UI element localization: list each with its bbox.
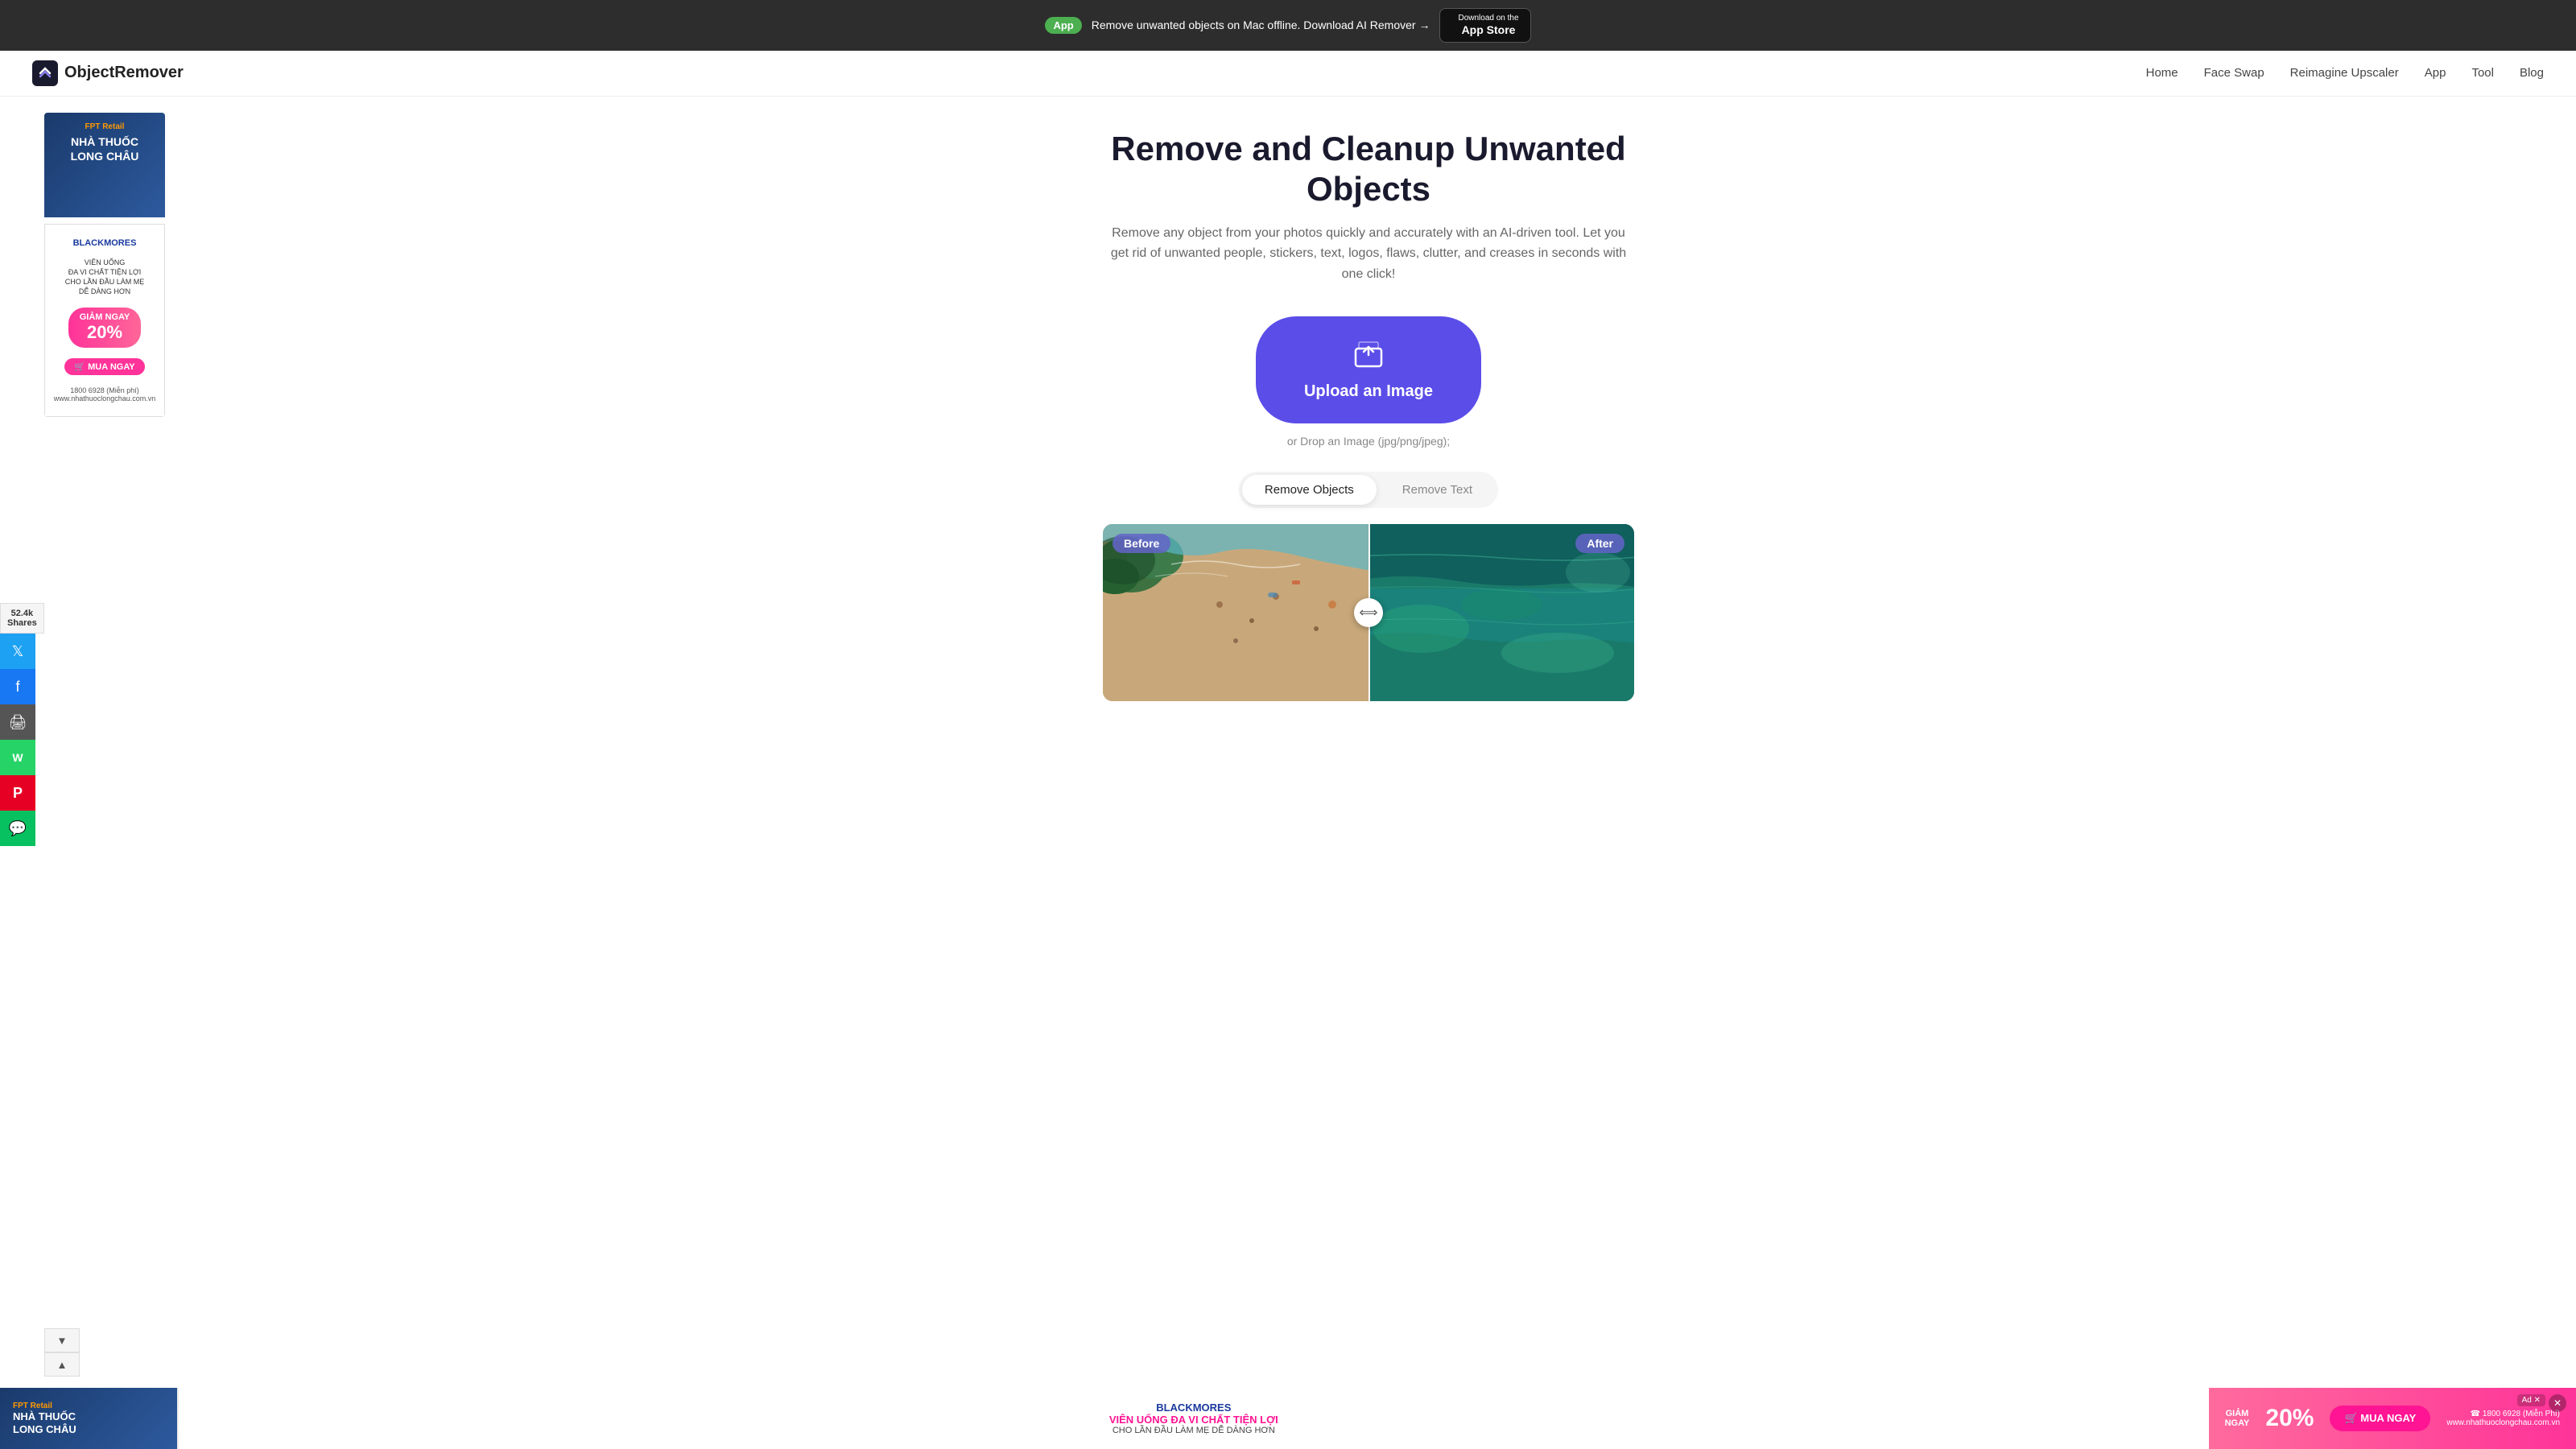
- nav-app[interactable]: App: [2425, 66, 2446, 80]
- banner-text: Remove unwanted objects on Mac offline. …: [1092, 19, 1430, 31]
- wechat-share-button[interactable]: 💬: [0, 811, 35, 846]
- chevron-up-icon: ▲: [56, 1359, 67, 1371]
- divider-arrows-icon: ⟺: [1360, 605, 1378, 621]
- app-store-button[interactable]: Download on the App Store: [1439, 8, 1530, 43]
- bottom-ad-headline: VIÊN UỐNG ĐA VI CHẤT TIỆN LỢI: [1109, 1414, 1278, 1426]
- whatsapp-icon: W: [12, 751, 23, 764]
- pinterest-icon: P: [13, 785, 23, 802]
- bottom-ad-contact: ☎ 1800 6928 (Miễn Phí) www.nhathuoclongc…: [2446, 1410, 2560, 1427]
- preview-after: After: [1368, 524, 1634, 701]
- bottom-ad-inner: FPT Retail NHÀ THUỐCLONG CHÂU BLACKMORES…: [0, 1388, 2576, 1449]
- bottom-ad-middle: BLACKMORES VIÊN UỐNG ĐA VI CHẤT TIỆN LỢI…: [177, 1388, 2209, 1449]
- bottom-ad-cta-button[interactable]: 🛒 MUA NGAY: [2330, 1406, 2430, 1431]
- nav-blog[interactable]: Blog: [2520, 66, 2544, 80]
- upload-icon: [1352, 339, 1385, 374]
- chevron-down-icon: ▼: [56, 1335, 67, 1347]
- tabs-container: Remove Objects Remove Text: [1239, 472, 1498, 508]
- bottom-banner-ad: FPT Retail NHÀ THUỐCLONG CHÂU BLACKMORES…: [0, 1388, 2576, 1449]
- ad-marker: Ad ✕: [2517, 1394, 2545, 1406]
- nav-home[interactable]: Home: [2146, 66, 2178, 80]
- navigation: ObjectRemover Home Face Swap Reimagine U…: [0, 51, 2576, 97]
- preview-before: Before: [1103, 524, 1368, 701]
- app-badge: App: [1045, 17, 1081, 34]
- logo-icon: [32, 60, 58, 86]
- print-icon: 🖨: [9, 714, 27, 731]
- upload-button[interactable]: Upload an Image: [1256, 316, 1481, 423]
- social-sidebar: 52.4k Shares 𝕏 f 🖨 W P 💬: [0, 603, 44, 846]
- close-icon: ✕: [2553, 1397, 2562, 1409]
- bottom-ad-left: FPT Retail NHÀ THUỐCLONG CHÂU: [0, 1388, 177, 1449]
- upload-label: Upload an Image: [1304, 382, 1433, 401]
- bottom-ad-sub: CHO LẦN ĐẦU LÀM MẸ DỄ DÀNG HƠN: [1113, 1426, 1275, 1435]
- print-button[interactable]: 🖨: [0, 704, 35, 740]
- page-title: Remove and Cleanup Unwanted Objects: [1103, 129, 1634, 210]
- before-badge: Before: [1113, 534, 1170, 553]
- drop-hint-text: or Drop an Image (jpg/png/jpeg);: [1167, 435, 1570, 448]
- scroll-down-button[interactable]: ▼: [44, 1328, 80, 1352]
- whatsapp-share-button[interactable]: W: [0, 740, 35, 775]
- main-content: Remove and Cleanup Unwanted Objects Remo…: [926, 97, 1650, 742]
- nav-reimagine[interactable]: Reimagine Upscaler: [2290, 66, 2399, 80]
- scroll-up-button[interactable]: ▲: [44, 1352, 80, 1377]
- wechat-icon: 💬: [9, 820, 27, 837]
- ad-box-bottom[interactable]: BLACKMORES VIÊN UỐNGĐA VI CHẤT TIỆN LỢIC…: [44, 224, 165, 417]
- top-banner: App Remove unwanted objects on Mac offli…: [0, 0, 2576, 51]
- facebook-icon: f: [15, 679, 19, 696]
- discount-value: 20%: [2265, 1405, 2314, 1432]
- twitter-icon: 𝕏: [12, 643, 24, 660]
- pinterest-share-button[interactable]: P: [0, 775, 35, 811]
- store-text: Download on the App Store: [1458, 14, 1518, 37]
- share-count: 52.4k Shares: [0, 603, 44, 634]
- preview-area: Before ⟺: [1103, 524, 1634, 701]
- twitter-share-button[interactable]: 𝕏: [0, 634, 35, 669]
- nav-face-swap[interactable]: Face Swap: [2204, 66, 2264, 80]
- close-ad-button[interactable]: ✕: [2549, 1394, 2566, 1412]
- tab-remove-text[interactable]: Remove Text: [1380, 475, 1495, 505]
- facebook-share-button[interactable]: f: [0, 669, 35, 704]
- divider-handle[interactable]: ⟺: [1354, 598, 1383, 627]
- nav-tool[interactable]: Tool: [2471, 66, 2494, 80]
- bottom-ad-discount-label: GIẢM NGAY: [2225, 1409, 2250, 1428]
- scroll-controls: ▼ ▲: [44, 1328, 80, 1377]
- after-badge: After: [1575, 534, 1624, 553]
- upload-container: Upload an Image or Drop an Image (jpg/pn…: [1167, 316, 1570, 448]
- ad-box-top[interactable]: FPT Retail NHÀ THUỐCLONG CHÂU: [44, 113, 165, 217]
- tab-remove-objects[interactable]: Remove Objects: [1242, 475, 1377, 505]
- logo[interactable]: ObjectRemover: [32, 60, 184, 86]
- bottom-ad-logo: FPT Retail NHÀ THUỐCLONG CHÂU: [13, 1402, 76, 1435]
- left-advertisement: FPT Retail NHÀ THUỐCLONG CHÂU BLACKMORES…: [44, 113, 165, 417]
- logo-text: ObjectRemover: [64, 64, 184, 82]
- nav-links: Home Face Swap Reimagine Upscaler App To…: [2146, 66, 2544, 80]
- page-subtitle: Remove any object from your photos quick…: [1103, 223, 1634, 285]
